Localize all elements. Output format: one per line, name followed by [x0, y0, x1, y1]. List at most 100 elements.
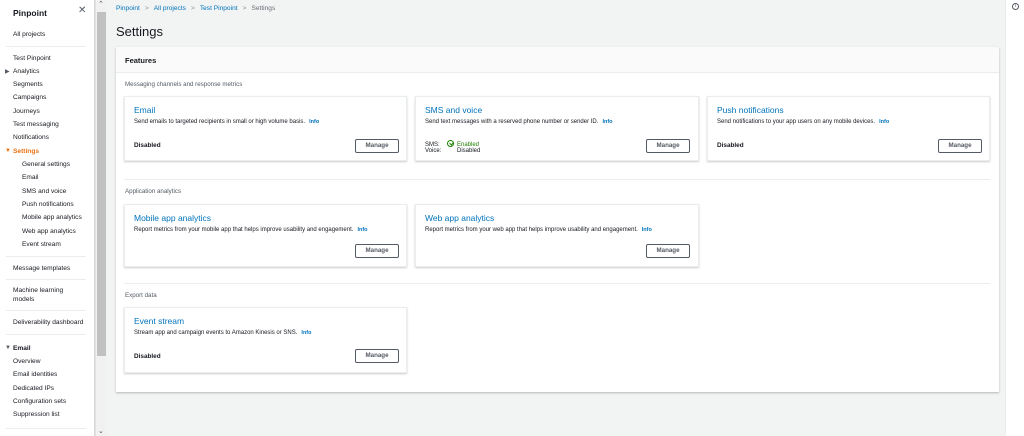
section-label-messaging: Messaging channels and response metrics	[125, 81, 243, 88]
section-label-export: Export data	[125, 292, 157, 299]
scroll-thumb[interactable]	[97, 12, 106, 356]
info-link[interactable]: Info	[879, 119, 889, 125]
page-title: Settings	[116, 24, 163, 39]
sidebar-title: Pinpoint	[13, 8, 47, 18]
sidebar-item-journeys[interactable]: Journeys	[13, 108, 40, 115]
mobile-analytics-manage-button[interactable]: Manage	[355, 244, 399, 258]
event-stream-title[interactable]: Event stream	[134, 316, 184, 326]
breadcrumb-project[interactable]: Test Pinpoint	[200, 5, 238, 12]
web-analytics-card: Web app analytics Report metrics from yo…	[415, 204, 699, 267]
sidebar-item-dedicated-ips[interactable]: Dedicated IPs	[13, 385, 54, 392]
chevron-right-icon: >	[242, 5, 247, 12]
mobile-analytics-desc: Report metrics from your mobile app that…	[134, 227, 368, 233]
sidebar-item-all-projects[interactable]: All projects	[13, 31, 45, 38]
push-card: Push notifications Send notifications to…	[707, 96, 990, 161]
sidebar-scrollbar[interactable]: ⌃ ⌄	[95, 0, 107, 436]
push-status: Disabled	[717, 142, 744, 149]
email-status: Disabled	[134, 142, 161, 149]
scroll-up-icon[interactable]: ⌃	[98, 0, 104, 8]
sidebar-divider	[6, 46, 86, 47]
web-desc-text: Report metrics from your web app that he…	[425, 227, 638, 233]
sidebar-item-test-messaging[interactable]: Test messaging	[13, 121, 59, 128]
section-divider	[124, 283, 990, 284]
sidebar-item-overview[interactable]: Overview	[13, 358, 40, 365]
push-card-title[interactable]: Push notifications	[717, 105, 784, 115]
email-card-desc: Send emails to targeted recipients in sm…	[134, 119, 319, 125]
info-link[interactable]: Info	[357, 227, 367, 233]
features-title: Features	[125, 56, 157, 65]
breadcrumb-pinpoint[interactable]: Pinpoint	[116, 5, 140, 12]
info-link[interactable]: Info	[602, 119, 612, 125]
features-panel: Features Messaging channels and response…	[116, 47, 999, 392]
caret-down-icon[interactable]: ▼	[5, 345, 11, 351]
sidebar-item-deliverability[interactable]: Deliverability dashboard	[13, 319, 83, 326]
breadcrumb: Pinpoint > All projects > Test Pinpoint > Sett…	[116, 5, 275, 12]
sidebar-item-segments[interactable]: Segments	[13, 81, 43, 88]
sidebar-group-email[interactable]: Email	[13, 345, 31, 352]
info-link[interactable]: Info	[309, 119, 319, 125]
sidebar-item-suppression-list[interactable]: Suppression list	[13, 411, 60, 418]
web-analytics-manage-button[interactable]: Manage	[646, 244, 690, 258]
sidebar-item-event-stream[interactable]: Event stream	[22, 241, 61, 248]
sidebar: Pinpoint ✕ All projects Test Pinpoint ▶ …	[0, 0, 95, 436]
caret-down-icon[interactable]: ▼	[5, 148, 11, 154]
info-icon[interactable]: i	[1012, 3, 1019, 10]
event-stream-manage-button[interactable]: Manage	[355, 349, 399, 363]
section-label-analytics: Application analytics	[125, 188, 182, 195]
sidebar-item-ml-models-line2[interactable]: models	[13, 296, 34, 303]
email-card-title[interactable]: Email	[134, 105, 155, 115]
section-divider	[124, 179, 990, 180]
mobile-analytics-card: Mobile app analytics Report metrics from…	[124, 204, 407, 267]
sms-desc-text: Send text messages with a reserved phone…	[425, 119, 599, 125]
sms-status-row: SMS: Enabled	[425, 139, 479, 148]
sidebar-item-general-settings[interactable]: General settings	[22, 161, 70, 168]
breadcrumb-all-projects[interactable]: All projects	[154, 5, 186, 12]
sidebar-item-notifications[interactable]: Notifications	[13, 134, 49, 141]
info-link[interactable]: Info	[642, 227, 652, 233]
sidebar-item-sms-voice[interactable]: SMS and voice	[22, 188, 66, 195]
sms-manage-button[interactable]: Manage	[646, 139, 690, 153]
sidebar-divider	[6, 428, 86, 429]
sidebar-item-message-templates[interactable]: Message templates	[13, 265, 70, 272]
sidebar-item-settings[interactable]: Settings	[13, 148, 39, 155]
sidebar-divider	[6, 256, 86, 257]
email-manage-button[interactable]: Manage	[355, 139, 399, 153]
features-header: Features	[116, 47, 999, 73]
email-desc-text: Send emails to targeted recipients in sm…	[134, 119, 306, 125]
mobile-desc-text: Report metrics from your mobile app that…	[134, 227, 354, 233]
sidebar-item-analytics[interactable]: Analytics	[13, 68, 39, 75]
web-analytics-desc: Report metrics from your web app that he…	[425, 227, 652, 233]
push-desc-text: Send notifications to your app users on …	[717, 119, 876, 125]
caret-right-icon[interactable]: ▶	[5, 68, 10, 75]
sidebar-item-email[interactable]: Email	[22, 174, 39, 181]
sidebar-item-campaigns[interactable]: Campaigns	[13, 94, 46, 101]
sidebar-divider	[6, 310, 86, 311]
sidebar-divider	[6, 279, 86, 280]
sms-card-desc: Send text messages with a reserved phone…	[425, 119, 613, 125]
sidebar-item-ml-models[interactable]: Machine learning	[13, 287, 63, 294]
push-card-desc: Send notifications to your app users on …	[717, 119, 889, 125]
breadcrumb-current: Settings	[251, 5, 276, 12]
event-stream-desc: Stream app and campaign events to Amazon…	[134, 330, 312, 336]
event-desc-text: Stream app and campaign events to Amazon…	[134, 330, 298, 336]
email-card: Email Send emails to targeted recipients…	[124, 96, 407, 161]
voice-status-key: Voice:	[425, 148, 442, 154]
push-manage-button[interactable]: Manage	[938, 139, 982, 153]
sidebar-divider	[6, 334, 86, 335]
info-link[interactable]: Info	[301, 330, 311, 336]
sms-card-title[interactable]: SMS and voice	[425, 105, 482, 115]
voice-status-value: Disabled	[457, 148, 481, 154]
scroll-down-icon[interactable]: ⌄	[98, 427, 104, 435]
event-stream-status: Disabled	[134, 353, 161, 360]
event-stream-card: Event stream Stream app and campaign eve…	[124, 307, 407, 373]
sidebar-item-configuration-sets[interactable]: Configuration sets	[13, 398, 66, 405]
sidebar-item-email-identities[interactable]: Email identities	[13, 371, 57, 378]
sidebar-item-mobile-analytics[interactable]: Mobile app analytics	[22, 214, 82, 221]
sidebar-item-push-notifications[interactable]: Push notifications	[22, 201, 74, 208]
sidebar-item-project[interactable]: Test Pinpoint	[13, 55, 51, 62]
sidebar-item-web-analytics[interactable]: Web app analytics	[22, 228, 76, 235]
close-icon[interactable]: ✕	[78, 5, 86, 16]
mobile-analytics-title[interactable]: Mobile app analytics	[134, 213, 211, 223]
chevron-right-icon: >	[144, 5, 149, 12]
web-analytics-title[interactable]: Web app analytics	[425, 213, 494, 223]
